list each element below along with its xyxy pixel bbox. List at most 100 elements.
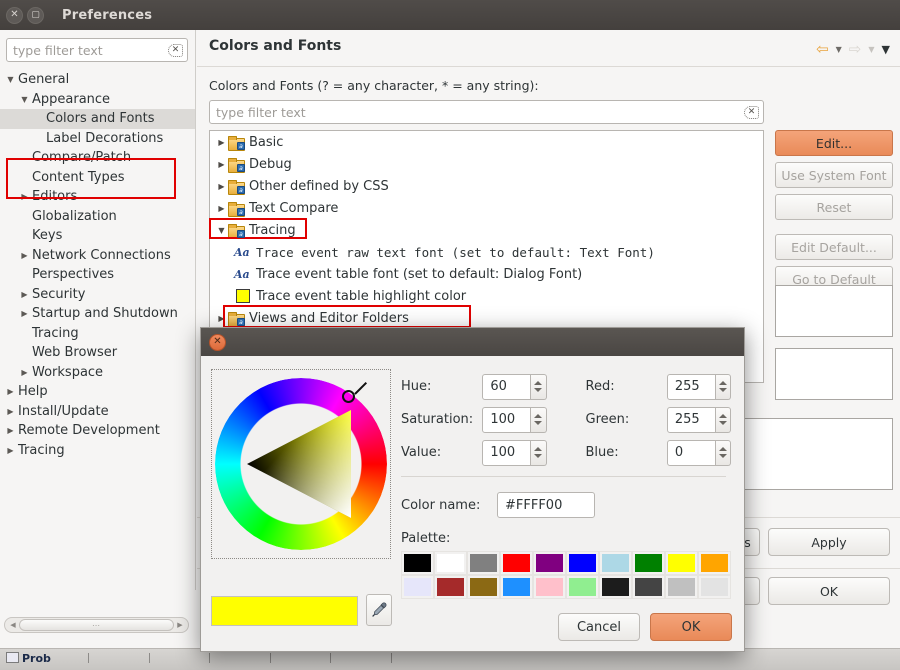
apply-button[interactable]: Apply [768, 528, 890, 556]
palette-swatch[interactable] [533, 575, 566, 599]
palette-swatch[interactable] [401, 551, 434, 575]
palette-swatch[interactable] [500, 575, 533, 599]
chevron-right-icon[interactable]: ▶ [18, 251, 31, 260]
palette-grid[interactable] [401, 551, 731, 599]
sidebar-item-workspace[interactable]: ▶Workspace [0, 363, 195, 383]
cf-tree-row[interactable]: Trace event table highlight color [210, 285, 763, 307]
sidebar-item-appearance[interactable]: ▼Appearance [0, 90, 195, 110]
cf-tree-row[interactable]: ▼aTracing [210, 219, 763, 241]
spinner-up-icon[interactable] [534, 414, 542, 418]
sidebar-item-perspectives[interactable]: ▶Perspectives [0, 265, 195, 285]
sidebar-item-startup-and-shutdown[interactable]: ▶Startup and Shutdown [0, 304, 195, 324]
palette-swatch[interactable] [665, 575, 698, 599]
edit-button[interactable]: Edit... [775, 130, 893, 156]
sidebar-item-colors-and-fonts[interactable]: ▶Colors and Fonts [0, 109, 195, 129]
background-tab-item[interactable]: Prob [0, 649, 57, 665]
sidebar-item-general[interactable]: ▼General [0, 70, 195, 90]
spinner-down-icon[interactable] [534, 388, 542, 392]
spinner-buttons[interactable] [531, 440, 546, 466]
color-field-input[interactable]: 100 [482, 407, 531, 433]
sidebar-item-security[interactable]: ▶Security [0, 285, 195, 305]
palette-swatch[interactable] [566, 575, 599, 599]
sidebar-filter-input[interactable]: type filter text ✕ [6, 38, 188, 62]
sidebar-item-compare-patch[interactable]: ▶Compare/Patch [0, 148, 195, 168]
chevron-right-icon[interactable]: ▶ [18, 290, 31, 299]
sidebar-item-remote-development[interactable]: ▶Remote Development [0, 421, 195, 441]
scroll-left-icon[interactable]: ◀ [7, 621, 19, 629]
chevron-right-icon[interactable]: ▶ [215, 138, 228, 147]
close-icon[interactable]: ✕ [6, 7, 23, 24]
chevron-right-icon[interactable]: ▶ [215, 314, 228, 323]
spinner-buttons[interactable] [716, 374, 731, 400]
reset-button[interactable]: Reset [775, 194, 893, 220]
sidebar-item-help[interactable]: ▶Help [0, 382, 195, 402]
color-field-input[interactable]: 0 [667, 440, 716, 466]
chevron-right-icon[interactable]: ▶ [215, 204, 228, 213]
sidebar-item-tracing[interactable]: ▶Tracing [0, 441, 195, 461]
spinner-buttons[interactable] [716, 440, 731, 466]
color-field-input[interactable]: 255 [667, 407, 716, 433]
palette-swatch[interactable] [632, 575, 665, 599]
chevron-down-icon-menu[interactable]: ▼ [882, 43, 890, 56]
cf-tree-row[interactable]: ▶aOther defined by CSS [210, 175, 763, 197]
sidebar-item-label-decorations[interactable]: ▶Label Decorations [0, 129, 195, 149]
palette-swatch[interactable] [434, 551, 467, 575]
sidebar-item-keys[interactable]: ▶Keys [0, 226, 195, 246]
sidebar-item-globalization[interactable]: ▶Globalization [0, 207, 195, 227]
spinner-down-icon[interactable] [719, 388, 727, 392]
color-field-input[interactable]: 60 [482, 374, 531, 400]
palette-swatch[interactable] [599, 575, 632, 599]
sidebar-item-network-connections[interactable]: ▶Network Connections [0, 246, 195, 266]
color-ok-button[interactable]: OK [650, 613, 732, 641]
spinner-buttons[interactable] [531, 407, 546, 433]
sidebar-item-install-update[interactable]: ▶Install/Update [0, 402, 195, 422]
spinner-up-icon[interactable] [719, 447, 727, 451]
cf-tree-row[interactable]: AaTrace event table font (set to default… [210, 263, 763, 285]
chevron-right-icon[interactable]: ▶ [4, 387, 17, 396]
palette-swatch[interactable] [467, 575, 500, 599]
color-name-input[interactable]: #FFFF00 [497, 492, 595, 518]
palette-swatch[interactable] [632, 551, 665, 575]
cf-tree-row[interactable]: ▶aViews and Editor Folders [210, 307, 763, 329]
chevron-right-icon[interactable]: ▶ [4, 426, 17, 435]
chevron-right-icon[interactable]: ▶ [4, 407, 17, 416]
spinner-up-icon[interactable] [534, 447, 542, 451]
chevron-down-icon[interactable]: ▼ [215, 226, 228, 235]
scroll-right-icon[interactable]: ▶ [174, 621, 186, 629]
spinner-down-icon[interactable] [534, 454, 542, 458]
cf-tree-row[interactable]: ▶aBasic [210, 131, 763, 153]
palette-swatch[interactable] [698, 551, 731, 575]
spinner-down-icon[interactable] [719, 454, 727, 458]
clear-icon[interactable]: ✕ [744, 106, 759, 119]
palette-swatch[interactable] [698, 575, 731, 599]
sidebar-item-web-browser[interactable]: ▶Web Browser [0, 343, 195, 363]
palette-swatch[interactable] [665, 551, 698, 575]
spinner-up-icon[interactable] [719, 414, 727, 418]
cf-tree-row[interactable]: ▶aText Compare [210, 197, 763, 219]
spinner-down-icon[interactable] [719, 421, 727, 425]
arrow-left-icon[interactable]: ⇦ [816, 42, 829, 57]
palette-swatch[interactable] [467, 551, 500, 575]
color-field-input[interactable]: 100 [482, 440, 531, 466]
cf-tree-row[interactable]: AaTrace event raw text font (set to defa… [210, 241, 763, 263]
chevron-down-icon[interactable]: ▼ [4, 75, 17, 84]
color-field-input[interactable]: 255 [667, 374, 716, 400]
ok-button[interactable]: OK [768, 577, 890, 605]
cf-tree-row[interactable]: ▶aDebug [210, 153, 763, 175]
spinner-up-icon[interactable] [534, 381, 542, 385]
eyedropper-icon[interactable] [366, 594, 392, 626]
sidebar-tree[interactable]: ▼General▼Appearance▶Colors and Fonts▶Lab… [0, 70, 195, 460]
spinner-buttons[interactable] [716, 407, 731, 433]
sidebar-horizontal-scrollbar[interactable]: ◀ ⋯ ▶ [4, 617, 189, 633]
palette-swatch[interactable] [599, 551, 632, 575]
use-system-font-button[interactable]: Use System Font [775, 162, 893, 188]
sidebar-item-content-types[interactable]: ▶Content Types [0, 168, 195, 188]
palette-swatch[interactable] [434, 575, 467, 599]
spinner-buttons[interactable] [531, 374, 546, 400]
color-wheel-marker[interactable] [342, 390, 355, 403]
palette-swatch[interactable] [500, 551, 533, 575]
scrollbar-thumb[interactable]: ⋯ [19, 619, 174, 631]
colors-filter-input[interactable]: type filter text ✕ [209, 100, 764, 124]
color-wheel-area[interactable] [211, 369, 391, 559]
chevron-right-icon[interactable]: ▶ [18, 309, 31, 318]
